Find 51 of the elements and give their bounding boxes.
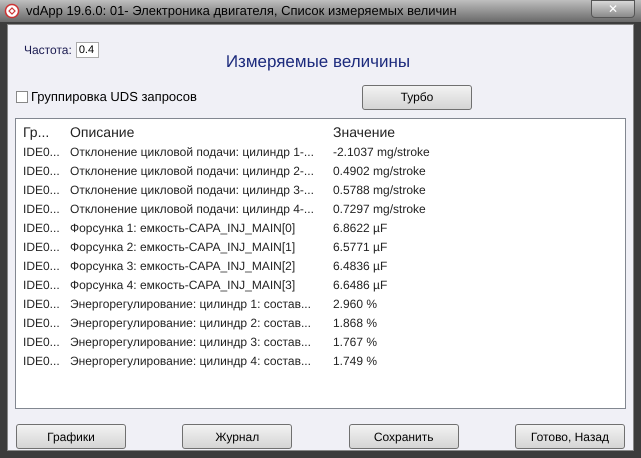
table-cell-text: 1.868 % xyxy=(332,314,378,332)
table-cell-text: IDE0... xyxy=(22,314,61,332)
table-cell-text: 6.5771 µF xyxy=(332,238,388,256)
table-cell-text: 2.960 % xyxy=(332,296,378,312)
checkbox-label: Группировка UDS запросов xyxy=(31,88,197,106)
table-cell-text: Отклонение цикловой подачи: цилиндр 2-... xyxy=(69,162,315,180)
table-cell-text: Форсунка 3: емкость-CAPA_INJ_MAIN[2] xyxy=(69,258,296,274)
table-cell-text: 6.4836 µF xyxy=(332,258,388,274)
table-cell-text: IDE0... xyxy=(22,276,61,294)
column-header[interactable]: Гр... xyxy=(20,122,67,142)
table-cell-text: Отклонение цикловой подачи: цилиндр 3-... xyxy=(69,182,315,198)
table-cell-text: Форсунка 2: емкость-CAPA_INJ_MAIN[1] xyxy=(69,238,296,256)
table-cell-text: IDE0... xyxy=(22,296,61,312)
checkbox[interactable] xyxy=(16,91,28,103)
action-button[interactable]: Графики xyxy=(16,424,126,449)
table-cell-text: IDE0... xyxy=(22,200,61,218)
table-cell-text: IDE0... xyxy=(22,220,61,236)
table-cell-text: -2.1037 mg/stroke xyxy=(332,144,431,160)
table-cell-text: 0.7297 mg/stroke xyxy=(332,200,427,218)
table-cell-text: Форсунка 1: емкость-CAPA_INJ_MAIN[0] xyxy=(69,220,296,236)
table-cell-text: 0.5788 mg/stroke xyxy=(332,182,427,198)
table-cell-text: 1.767 % xyxy=(332,334,378,350)
table-cell-text: 6.8622 µF xyxy=(332,220,388,236)
frequency-label: Частота: xyxy=(24,42,72,59)
app-logo-icon xyxy=(4,3,20,19)
table-cell-text: 0.4902 mg/stroke xyxy=(332,162,427,180)
action-button[interactable]: Готово, Назад xyxy=(514,424,625,449)
table-cell-text: Энергорегулирование: цилиндр 1: состав... xyxy=(69,296,312,312)
table-cell-text: Отклонение цикловой подачи: цилиндр 4-... xyxy=(69,200,315,218)
table-cell-text: Энергорегулирование: цилиндр 4: состав... xyxy=(69,352,312,370)
table-cell-text: IDE0... xyxy=(22,144,61,160)
table-cell-text: 1.749 % xyxy=(332,352,378,370)
table-cell-text: IDE0... xyxy=(22,334,61,350)
window-title: vdApp 19.6.0: 01- Электроника двигателя, Список измеряемых величин xyxy=(26,2,457,20)
table-cell-text: Энергорегулирование: цилиндр 2: состав... xyxy=(69,314,312,332)
turbo-button[interactable]: Турбо xyxy=(362,84,472,110)
table-cell-text: IDE0... xyxy=(22,238,61,256)
column-header[interactable]: Значение xyxy=(330,122,621,142)
heading: Измеряемые величины xyxy=(226,51,410,73)
action-button[interactable]: Журнал xyxy=(182,424,292,449)
table-cell-text: Форсунка 4: емкость-CAPA_INJ_MAIN[3] xyxy=(69,276,296,294)
column-header[interactable]: Описание xyxy=(67,122,330,142)
table-cell-text: IDE0... xyxy=(22,352,61,370)
table-cell-text: Энергорегулирование: цилиндр 3: состав... xyxy=(69,334,312,350)
action-button[interactable]: Сохранить xyxy=(348,424,459,449)
table-cell-text: Отклонение цикловой подачи: цилиндр 1-... xyxy=(69,144,315,160)
table-cell-text: 6.6486 µF xyxy=(332,276,388,294)
table-cell-text: IDE0... xyxy=(22,162,61,180)
frequency-field[interactable]: 0.4 xyxy=(76,42,99,58)
table-cell-text: IDE0... xyxy=(22,258,61,274)
table-cell-text: IDE0... xyxy=(22,182,61,198)
